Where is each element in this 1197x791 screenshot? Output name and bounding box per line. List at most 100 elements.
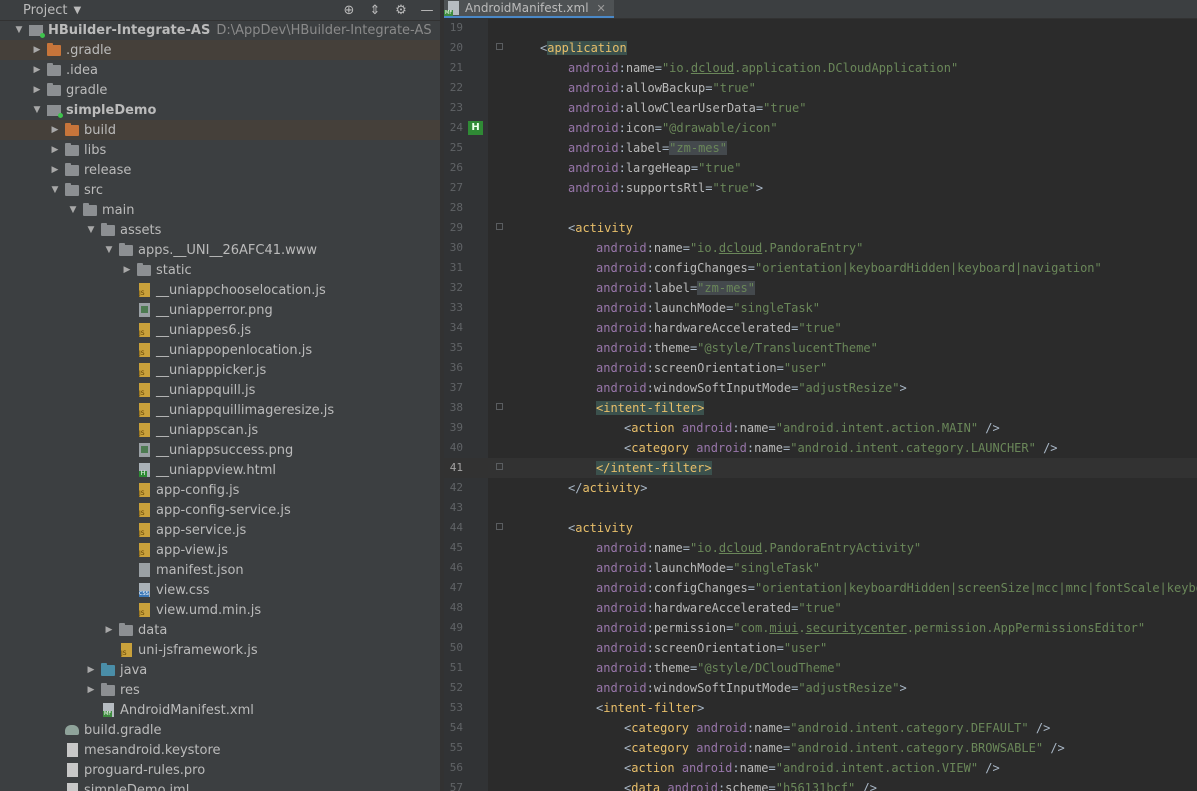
code-line[interactable]: 25 android:label="zm-mes"	[444, 138, 1197, 158]
expanded-arrow-icon[interactable]: ▼	[48, 185, 62, 195]
code-line[interactable]: 40 <category android:name="android.intent…	[444, 438, 1197, 458]
tree-file-row[interactable]: __uniappopenlocation.js	[0, 340, 440, 360]
code-line[interactable]: 55 <category android:name="android.intent…	[444, 738, 1197, 758]
tree-folder-row[interactable]: ▶ res	[0, 680, 440, 700]
collapsed-arrow-icon[interactable]: ▶	[48, 145, 62, 155]
code-line[interactable]: 36 android:screenOrientation="user"	[444, 358, 1197, 378]
collapsed-arrow-icon[interactable]: ▶	[48, 165, 62, 175]
tree-folder-row[interactable]: ▶ data	[0, 620, 440, 640]
code-line[interactable]: 19	[444, 18, 1197, 38]
tree-file-row[interactable]: __uniapperror.png	[0, 300, 440, 320]
code-line[interactable]: 52 android:windowSoftInputMode="adjustRes…	[444, 678, 1197, 698]
collapsed-arrow-icon[interactable]: ▶	[30, 45, 44, 55]
code-line[interactable]: 34 android:hardwareAccelerated="true"	[444, 318, 1197, 338]
collapsed-arrow-icon[interactable]: ▶	[102, 625, 116, 635]
expanded-arrow-icon[interactable]: ▼	[12, 25, 26, 35]
tree-folder-row[interactable]: ▼ main	[0, 200, 440, 220]
code-line[interactable]: 39 <action android:name="android.intent.a…	[444, 418, 1197, 438]
code-line[interactable]: 54 <category android:name="android.intent…	[444, 718, 1197, 738]
tree-file-row[interactable]: manifest.json	[0, 560, 440, 580]
add-icon[interactable]: ⊕	[336, 0, 362, 20]
tree-folder-row[interactable]: ▶ .idea	[0, 60, 440, 80]
tree-folder-row[interactable]: ▼ assets	[0, 220, 440, 240]
html-marker-icon[interactable]: H	[468, 121, 483, 135]
code-line[interactable]: 31 android:configChanges="orientation|key…	[444, 258, 1197, 278]
tree-folder-row[interactable]: ▶ gradle	[0, 80, 440, 100]
code-area[interactable]: 19 20 <application 21 android:name="io.dclou…	[444, 18, 1197, 791]
tree-file-row[interactable]: proguard-rules.pro	[0, 760, 440, 780]
expanded-arrow-icon[interactable]: ▼	[66, 205, 80, 215]
tree-file-row[interactable]: __uniappchooselocation.js	[0, 280, 440, 300]
code-line[interactable]: 53 <intent-filter>	[444, 698, 1197, 718]
tree-file-row[interactable]: __uniappscan.js	[0, 420, 440, 440]
collapsed-arrow-icon[interactable]: ▶	[48, 125, 62, 135]
fold-icon[interactable]	[496, 463, 503, 470]
code-line[interactable]: 26 android:largeHeap="true"	[444, 158, 1197, 178]
tree-folder-row[interactable]: ▶ libs	[0, 140, 440, 160]
code-line[interactable]: 57 <data android:scheme="h56131bcf" />	[444, 778, 1197, 791]
close-icon[interactable]: ✕	[597, 2, 606, 15]
tree-folder-row[interactable]: ▼ src	[0, 180, 440, 200]
expanded-arrow-icon[interactable]: ▼	[84, 225, 98, 235]
tree-file-row[interactable]: app-config.js	[0, 480, 440, 500]
code-line[interactable]: 50 android:screenOrientation="user"	[444, 638, 1197, 658]
fold-icon[interactable]	[496, 223, 503, 230]
collapsed-arrow-icon[interactable]: ▶	[30, 65, 44, 75]
code-line[interactable]: 42 </activity>	[444, 478, 1197, 498]
tree-file-row[interactable]: simpleDemo.iml	[0, 780, 440, 791]
code-line[interactable]: 27 android:supportsRtl="true">	[444, 178, 1197, 198]
code-line[interactable]: 33 android:launchMode="singleTask"	[444, 298, 1197, 318]
code-line[interactable]: 35 android:theme="@style/TranslucentTheme…	[444, 338, 1197, 358]
fold-icon[interactable]	[496, 43, 503, 50]
code-line[interactable]: 22 android:allowBackup="true"	[444, 78, 1197, 98]
tree-file-row[interactable]: app-view.js	[0, 540, 440, 560]
code-line[interactable]: 20 <application	[444, 38, 1197, 58]
code-line[interactable]: 44 <activity	[444, 518, 1197, 538]
minimize-icon[interactable]: —	[414, 0, 440, 20]
tree-folder-row[interactable]: ▶ build	[0, 120, 440, 140]
code-line[interactable]: 49 android:permission="com.miui.securityc…	[444, 618, 1197, 638]
code-line[interactable]: 30 android:name="io.dcloud.PandoraEntry"	[444, 238, 1197, 258]
tree-file-row[interactable]: __uniappview.html	[0, 460, 440, 480]
code-line[interactable]: 47 android:configChanges="orientation|key…	[444, 578, 1197, 598]
code-line[interactable]: 48 android:hardwareAccelerated="true"	[444, 598, 1197, 618]
fold-icon[interactable]	[496, 403, 503, 410]
code-line[interactable]: 56 <action android:name="android.intent.a…	[444, 758, 1197, 778]
code-line[interactable]: 46 android:launchMode="singleTask"	[444, 558, 1197, 578]
tree-folder-row[interactable]: ▶ static	[0, 260, 440, 280]
expanded-arrow-icon[interactable]: ▼	[102, 245, 116, 255]
code-line[interactable]: 21 android:name="io.dcloud.application.DC…	[444, 58, 1197, 78]
tree-file-row[interactable]: uni-jsframework.js	[0, 640, 440, 660]
tree-folder-row[interactable]: ▼ HBuilder-Integrate-AS D:\AppDev\HBuilder…	[0, 20, 440, 40]
tree-file-row[interactable]: app-service.js	[0, 520, 440, 540]
code-line[interactable]: 23 android:allowClearUserData="true"	[444, 98, 1197, 118]
project-view-selector[interactable]: Project	[23, 3, 67, 18]
code-line[interactable]: 24 Handroid:icon="@drawable/icon"	[444, 118, 1197, 138]
code-line[interactable]: 41 </intent-filter>	[444, 458, 1197, 478]
collapsed-arrow-icon[interactable]: ▶	[120, 265, 134, 275]
tree-file-row[interactable]: mesandroid.keystore	[0, 740, 440, 760]
tree-folder-row[interactable]: ▶ .gradle	[0, 40, 440, 60]
expanded-arrow-icon[interactable]: ▼	[30, 105, 44, 115]
tree-folder-row[interactable]: ▶ release	[0, 160, 440, 180]
tree-file-row[interactable]: __uniappsuccess.png	[0, 440, 440, 460]
tree-folder-row[interactable]: ▶ java	[0, 660, 440, 680]
code-line[interactable]: 29 <activity	[444, 218, 1197, 238]
tree-file-row[interactable]: view.css	[0, 580, 440, 600]
tree-file-row[interactable]: build.gradle	[0, 720, 440, 740]
tree-file-row[interactable]: view.umd.min.js	[0, 600, 440, 620]
code-line[interactable]: 32 android:label="zm-mes"	[444, 278, 1197, 298]
tree-folder-row[interactable]: ▼ apps.__UNI__26AFC41.www	[0, 240, 440, 260]
tree-folder-row[interactable]: ▼ simpleDemo	[0, 100, 440, 120]
collapsed-arrow-icon[interactable]: ▶	[84, 665, 98, 675]
code-line[interactable]: 38 <intent-filter>	[444, 398, 1197, 418]
code-line[interactable]: 37 android:windowSoftInputMode="adjustRes…	[444, 378, 1197, 398]
code-line[interactable]: 45 android:name="io.dcloud.PandoraEntryAc…	[444, 538, 1197, 558]
tree-file-row[interactable]: __uniappquillimageresize.js	[0, 400, 440, 420]
tree-file-row[interactable]: __uniappes6.js	[0, 320, 440, 340]
code-line[interactable]: 28	[444, 198, 1197, 218]
chevron-down-icon[interactable]: ▼	[73, 5, 81, 16]
code-line[interactable]: 43	[444, 498, 1197, 518]
collapsed-arrow-icon[interactable]: ▶	[84, 685, 98, 695]
code-line[interactable]: 51 android:theme="@style/DCloudTheme"	[444, 658, 1197, 678]
